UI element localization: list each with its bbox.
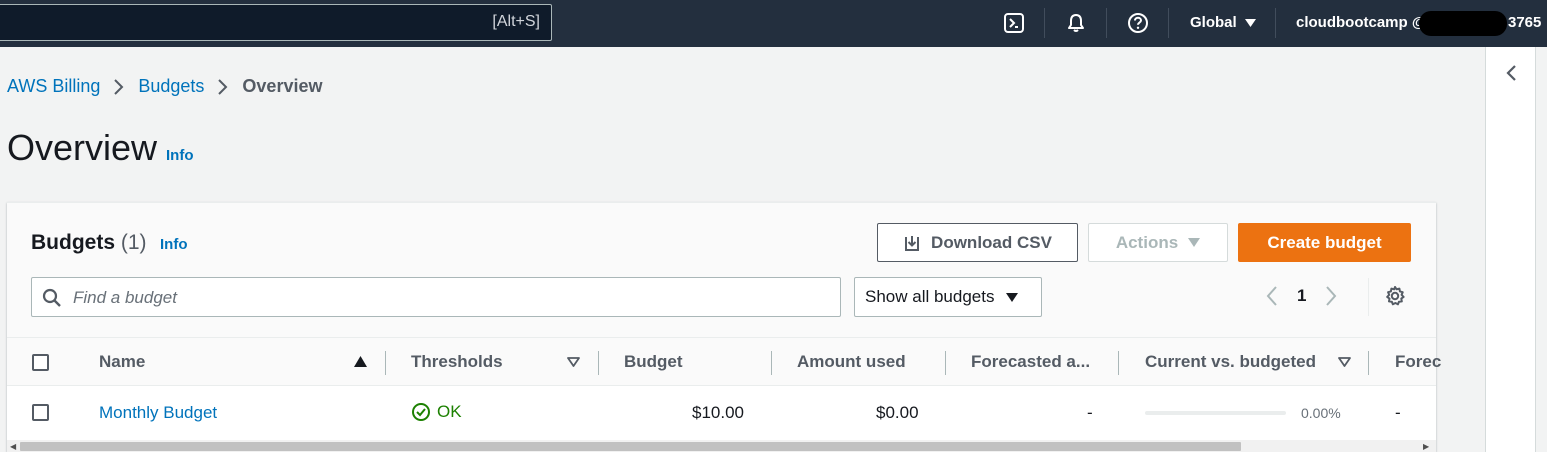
info-link[interactable]: Info bbox=[166, 147, 194, 164]
check-circle-icon bbox=[412, 403, 430, 421]
select-all-checkbox[interactable] bbox=[32, 354, 49, 371]
sort-ascending-icon[interactable] bbox=[354, 356, 367, 367]
breadcrumb-link-budgets[interactable]: Budgets bbox=[138, 76, 204, 97]
threshold-status: OK bbox=[411, 402, 462, 422]
actions-dropdown-button[interactable]: Actions bbox=[1088, 223, 1228, 262]
region-label: Global bbox=[1190, 14, 1237, 31]
column-header-current-vs-budgeted[interactable]: Current vs. budgeted bbox=[1145, 352, 1316, 372]
help-icon[interactable] bbox=[1126, 11, 1150, 35]
column-header-amount-used[interactable]: Amount used bbox=[797, 352, 906, 372]
column-header-forecasted-amount[interactable]: Forecasted a... bbox=[971, 352, 1090, 372]
sort-caret-icon[interactable] bbox=[567, 357, 580, 367]
gear-icon[interactable] bbox=[1384, 285, 1406, 307]
budgets-info-link[interactable]: Info bbox=[160, 236, 188, 253]
region-selector[interactable]: Global bbox=[1190, 14, 1256, 31]
column-header-thresholds[interactable]: Thresholds bbox=[411, 352, 503, 372]
download-csv-label: Download CSV bbox=[931, 232, 1052, 252]
nav-divider bbox=[1275, 8, 1276, 38]
create-budget-label: Create budget bbox=[1267, 232, 1382, 252]
cloudshell-icon[interactable] bbox=[1002, 11, 1026, 35]
budget-filter-value: Show all budgets bbox=[865, 287, 995, 306]
column-divider bbox=[598, 351, 599, 375]
table-header-row: Name Thresholds Budget Amount used Forec… bbox=[7, 338, 1441, 386]
budgets-count: (1) bbox=[120, 231, 147, 254]
chevron-right-icon bbox=[217, 78, 229, 96]
download-csv-button[interactable]: Download CSV bbox=[877, 223, 1078, 262]
column-header-name[interactable]: Name bbox=[99, 352, 145, 372]
column-divider bbox=[945, 351, 946, 375]
caret-down-icon bbox=[1006, 292, 1019, 302]
top-navigation-bar: [Alt+S] Global cloudbootcamp @ 3765 bbox=[0, 0, 1547, 47]
page-title: Overview bbox=[7, 127, 158, 168]
breadcrumb-link-aws-billing[interactable]: AWS Billing bbox=[7, 76, 100, 97]
forecasted-amount: - bbox=[1087, 403, 1093, 422]
column-divider bbox=[1368, 351, 1369, 375]
side-panel bbox=[1485, 47, 1536, 452]
scroll-left-arrow-icon[interactable]: ◀ bbox=[10, 442, 16, 451]
nav-divider bbox=[1044, 8, 1045, 38]
account-menu[interactable]: cloudbootcamp @ bbox=[1296, 14, 1426, 31]
column-divider bbox=[771, 351, 772, 375]
budget-progress-bar bbox=[1145, 411, 1286, 415]
forecasted-vs-budgeted: - bbox=[1395, 403, 1401, 422]
global-search-input[interactable]: [Alt+S] bbox=[0, 4, 552, 41]
pagination: 1 bbox=[1265, 285, 1338, 307]
column-header-forecasted-vs-budgeted[interactable]: Forec bbox=[1395, 352, 1441, 372]
search-shortcut-hint: [Alt+S] bbox=[492, 13, 540, 30]
scrollbar-thumb[interactable] bbox=[20, 442, 1241, 451]
chevron-left-icon[interactable] bbox=[1502, 63, 1522, 83]
chevron-right-icon[interactable] bbox=[1324, 285, 1338, 307]
chevron-left-icon[interactable] bbox=[1265, 285, 1279, 307]
pagination-divider bbox=[1368, 278, 1369, 316]
column-header-budget[interactable]: Budget bbox=[624, 352, 683, 372]
amount-used: $0.00 bbox=[876, 403, 919, 422]
sort-caret-icon[interactable] bbox=[1338, 357, 1351, 367]
row-select-checkbox[interactable] bbox=[32, 404, 49, 421]
threshold-status-label: OK bbox=[437, 402, 462, 421]
breadcrumb: AWS Billing Budgets Overview bbox=[7, 76, 322, 97]
caret-down-icon bbox=[1244, 18, 1256, 27]
actions-label: Actions bbox=[1115, 232, 1179, 252]
download-icon bbox=[905, 235, 920, 251]
bell-icon[interactable] bbox=[1064, 11, 1088, 35]
chevron-right-icon bbox=[113, 78, 125, 96]
create-budget-button[interactable]: Create budget bbox=[1238, 223, 1411, 262]
find-budget-placeholder: Find a budget bbox=[73, 288, 177, 307]
budget-progress-label: 0.00% bbox=[1301, 405, 1341, 421]
column-divider bbox=[385, 351, 386, 375]
breadcrumb-current: Overview bbox=[242, 76, 323, 96]
budgets-table-container: Budgets (1) Info Download CSV Actions Cr… bbox=[7, 202, 1441, 452]
nav-divider bbox=[1168, 8, 1169, 38]
find-budget-input[interactable]: Find a budget bbox=[31, 277, 841, 317]
nav-divider bbox=[1106, 8, 1107, 38]
budgets-heading: Budgets (1) bbox=[31, 231, 147, 255]
redaction-mark bbox=[1419, 11, 1507, 36]
horizontal-scrollbar[interactable]: ◀ ▶ bbox=[7, 440, 1436, 452]
budget-name-link[interactable]: Monthly Budget bbox=[99, 403, 217, 423]
caret-down-icon bbox=[1188, 238, 1201, 247]
budget-filter-select[interactable]: Show all budgets bbox=[854, 277, 1042, 317]
scroll-right-arrow-icon[interactable]: ▶ bbox=[1423, 442, 1429, 451]
budgets-heading-label: Budgets bbox=[31, 231, 115, 254]
budget-amount: $10.00 bbox=[692, 403, 744, 422]
search-icon bbox=[42, 288, 61, 307]
current-page-number[interactable]: 1 bbox=[1297, 286, 1306, 306]
account-id-suffix: 3765 bbox=[1508, 14, 1542, 31]
column-divider bbox=[1118, 351, 1119, 375]
